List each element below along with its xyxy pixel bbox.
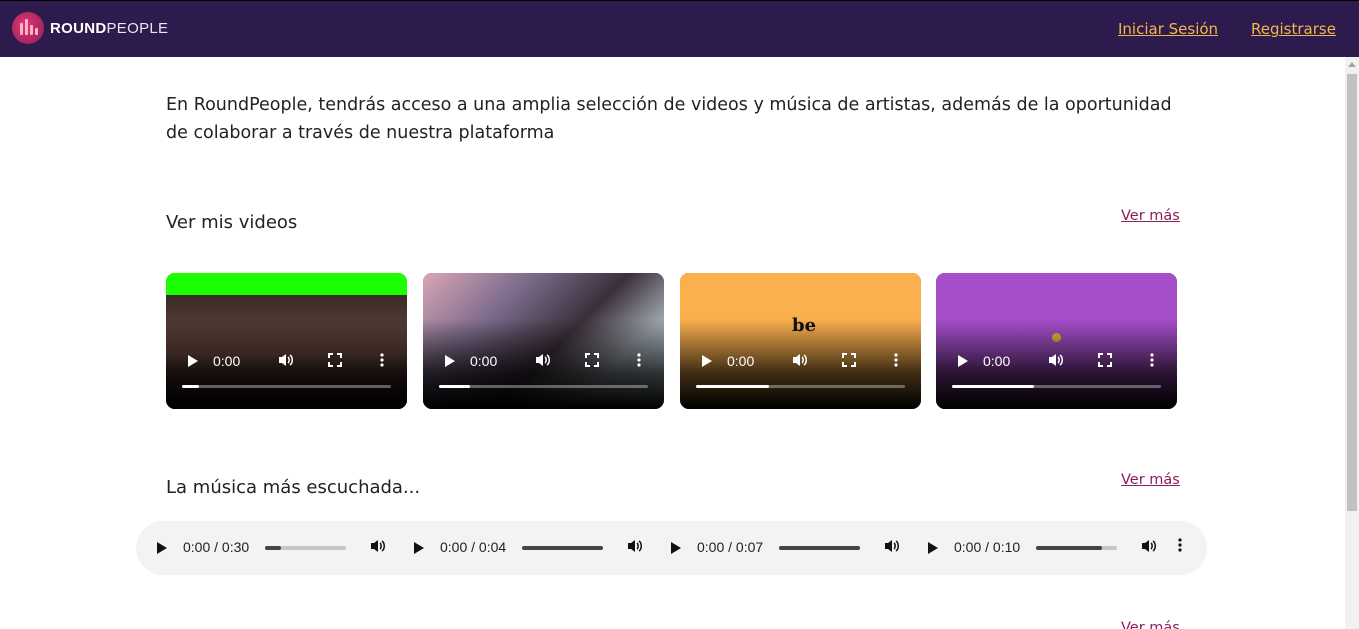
more-vertical-icon[interactable] (1178, 538, 1182, 555)
fullscreen-icon[interactable] (328, 353, 342, 367)
volume-icon[interactable] (535, 352, 551, 371)
page-scrollbar[interactable] (1345, 57, 1359, 629)
videos-more-link[interactable]: Ver más (1121, 208, 1180, 224)
top-navbar: ROUNDPEOPLE Iniciar Sesión Registrarse (0, 0, 1359, 57)
play-icon[interactable] (702, 355, 712, 367)
audio-time: 0:00 / 0:07 (697, 539, 764, 555)
next-section-more-link[interactable]: Ver más (1121, 620, 1180, 629)
video-player[interactable]: 0:00 (166, 273, 407, 409)
music-section-title: La música más escuchada... (166, 477, 421, 498)
volume-icon[interactable] (370, 538, 386, 557)
audio-time: 0:00 / 0:04 (440, 539, 507, 555)
video-player[interactable]: 0:00 (423, 273, 664, 409)
video-time: 0:00 (727, 353, 755, 369)
videos-section-title: Ver mis videos (166, 212, 298, 233)
scroll-thumb[interactable] (1347, 74, 1357, 511)
audio-time: 0:00 / 0:30 (183, 539, 250, 555)
volume-icon[interactable] (1141, 538, 1157, 557)
volume-icon[interactable] (884, 538, 900, 557)
more-vertical-icon[interactable] (894, 353, 898, 370)
video-progress-bar[interactable] (439, 385, 648, 388)
brand-logo[interactable]: ROUNDPEOPLE (12, 12, 168, 44)
audio-players: 0:00 / 0:30 0:00 / 0:04 0:00 / 0:07 0:00… (136, 521, 1207, 575)
intro-text: En RoundPeople, tendrás acceso a una amp… (166, 95, 1172, 143)
volume-icon[interactable] (627, 538, 643, 557)
login-link[interactable]: Iniciar Sesión (1118, 20, 1218, 38)
scroll-up-arrow-icon[interactable] (1348, 62, 1356, 67)
audio-progress-bar[interactable] (1036, 546, 1117, 550)
volume-icon[interactable] (792, 352, 808, 371)
play-icon[interactable] (928, 542, 938, 554)
volume-icon[interactable] (1048, 352, 1064, 371)
video-progress-bar[interactable] (182, 385, 391, 388)
video-time: 0:00 (213, 353, 241, 369)
video-player[interactable]: 0:00 (936, 273, 1177, 409)
video-progress-bar[interactable] (696, 385, 905, 388)
video-progress-bar[interactable] (952, 385, 1161, 388)
audio-time: 0:00 / 0:10 (954, 539, 1021, 555)
more-vertical-icon[interactable] (637, 353, 641, 370)
volume-icon[interactable] (278, 352, 294, 371)
register-link[interactable]: Registrarse (1251, 20, 1336, 38)
play-icon[interactable] (414, 542, 424, 554)
fullscreen-icon[interactable] (585, 353, 599, 367)
music-more-link[interactable]: Ver más (1121, 472, 1180, 488)
play-icon[interactable] (157, 542, 167, 554)
video-time: 0:00 (470, 353, 498, 369)
brand-name: ROUNDPEOPLE (50, 19, 169, 37)
more-vertical-icon[interactable] (380, 353, 384, 370)
audio-progress-bar[interactable] (522, 546, 603, 550)
play-icon[interactable] (188, 355, 198, 367)
play-icon[interactable] (671, 542, 681, 554)
audio-progress-bar[interactable] (779, 546, 860, 550)
audio-progress-bar[interactable] (265, 546, 346, 550)
more-vertical-icon[interactable] (1150, 353, 1154, 370)
play-icon[interactable] (445, 355, 455, 367)
fullscreen-icon[interactable] (842, 353, 856, 367)
fullscreen-icon[interactable] (1098, 353, 1112, 367)
video-time: 0:00 (983, 353, 1011, 369)
roundpeople-logo-icon (12, 12, 44, 44)
play-icon[interactable] (958, 355, 968, 367)
video-player[interactable]: be 0:00 (680, 273, 921, 409)
